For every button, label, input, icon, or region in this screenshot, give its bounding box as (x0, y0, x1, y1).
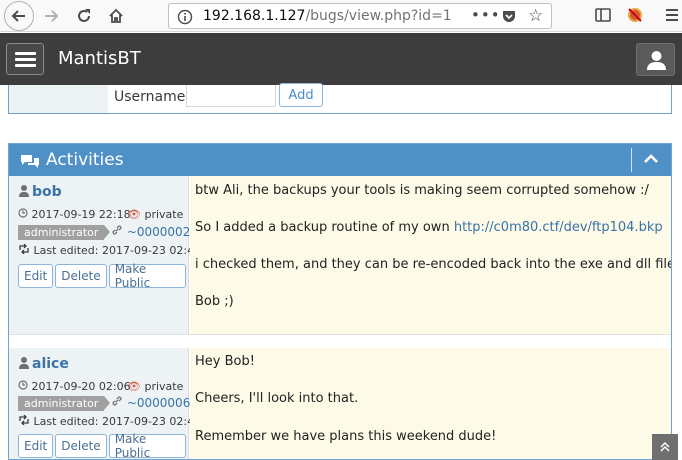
eye-icon: 👁 (127, 380, 141, 393)
home-button[interactable] (103, 3, 129, 29)
user-icon (647, 51, 666, 70)
note-separator (9, 334, 671, 348)
url-text: 192.168.1.127/bugs/view.php?id=1 (203, 8, 452, 24)
page-actions-icon[interactable]: ••• (471, 6, 501, 24)
comments-icon (20, 153, 40, 173)
note-text-line: Bob ;) (195, 294, 234, 309)
user-icon (19, 357, 29, 373)
clock-icon (18, 208, 32, 221)
note-view-state: 👁 private (127, 380, 183, 393)
note-last-edited: Last edited: 2017-09-23 02:47 (18, 243, 202, 257)
link-icon (111, 225, 127, 239)
delete-button[interactable]: Delete (55, 434, 107, 458)
pocket-icon[interactable] (501, 8, 517, 28)
arrow-left-icon (11, 10, 25, 22)
role-badge: administrator (18, 396, 111, 411)
note-last-edited: Last edited: 2017-09-23 02:47 (18, 414, 202, 428)
header-divider (631, 148, 632, 172)
note-id-text: ~0000002 (126, 225, 191, 239)
note-last-edited-text: Last edited: 2017-09-23 02:47 (33, 415, 202, 428)
username-label: Username (114, 89, 186, 105)
link-icon (111, 396, 127, 410)
note-row: alice 2017-09-20 02:06 👁 private adminis… (9, 348, 671, 459)
retweet-icon (18, 414, 34, 428)
note-author[interactable]: alice (19, 356, 69, 373)
forward-button[interactable] (38, 3, 64, 29)
note-date: 2017-09-19 22:18 (18, 208, 131, 221)
scroll-to-top-button[interactable] (652, 434, 678, 460)
activities-widget: Activities bob 2017-09-19 22:18 👁 privat… (8, 143, 672, 460)
note-body: Hey Bob! Cheers, I'll look into that. Re… (190, 348, 671, 459)
note-author-name: bob (32, 184, 62, 200)
double-chevron-up-icon (660, 441, 670, 452)
note-link[interactable]: ~0000006 (111, 395, 190, 410)
note-last-edited-text: Last edited: 2017-09-23 02:47 (33, 244, 202, 257)
monitor-label-column (9, 85, 108, 113)
backup-link[interactable]: http://c0m80.ctf/dev/ftp104.bkp (454, 220, 663, 235)
url-host: 192.168.1.127 (203, 8, 306, 24)
back-button[interactable] (4, 1, 34, 31)
note-meta: alice 2017-09-20 02:06 👁 private adminis… (9, 348, 201, 459)
user-menu-button[interactable] (636, 43, 675, 76)
note-date: 2017-09-20 02:06 (18, 380, 131, 393)
note-meta: bob 2017-09-19 22:18 👁 private administr… (9, 176, 201, 334)
note-text-line: Hey Bob! (195, 354, 255, 369)
url-bar[interactable]: 192.168.1.127/bugs/view.php?id=1 ••• ☆ (168, 3, 552, 29)
note-text-line: i checked them, and they can be re-encod… (195, 257, 671, 272)
user-icon (19, 185, 29, 201)
info-icon[interactable] (177, 9, 193, 29)
add-monitor-button[interactable]: Add (279, 83, 323, 107)
note-text-line: So I added a backup routine of my own ht… (195, 220, 663, 235)
bookmark-star-icon[interactable]: ☆ (528, 6, 543, 26)
monitor-add-row: Username Add (8, 83, 672, 114)
note-author[interactable]: bob (19, 184, 62, 201)
make-public-button[interactable]: Make Public (108, 432, 186, 459)
activities-title: Activities (46, 150, 124, 170)
arrow-right-icon (45, 10, 59, 22)
username-input[interactable] (186, 85, 276, 107)
hamburger-menu-icon[interactable] (664, 6, 680, 28)
mantis-navbar: MantisBT (0, 33, 682, 85)
note-text-line: btw Ali, the backups your tools is makin… (195, 183, 649, 198)
make-public-button[interactable]: Make Public (108, 262, 186, 290)
note-author-name: alice (32, 356, 69, 372)
retweet-icon (18, 243, 34, 257)
note-date-text: 2017-09-20 02:06 (31, 380, 131, 393)
reload-button[interactable] (71, 3, 97, 29)
note-text-line: Remember we have plans this weekend dude… (195, 429, 497, 444)
note-view-state-text: private (144, 380, 184, 393)
brand-title[interactable]: MantisBT (58, 48, 141, 69)
url-path: /bugs/view.php?id=1 (305, 8, 452, 24)
role-badge: administrator (18, 225, 111, 240)
library-icon[interactable] (594, 6, 612, 28)
note-body: btw Ali, the backups your tools is makin… (190, 176, 671, 334)
note-id-text: ~0000006 (126, 396, 191, 410)
note-actions: Edit Delete Make Public (18, 262, 188, 290)
sidebar-toggle-button[interactable] (6, 43, 44, 75)
eye-icon: 👁 (127, 208, 141, 221)
delete-button[interactable]: Delete (55, 264, 107, 288)
note-view-state: 👁 private (127, 208, 183, 221)
note-view-state-text: private (144, 208, 184, 221)
activities-header: Activities (9, 144, 671, 176)
home-icon (109, 8, 123, 23)
note-text-line: Cheers, I'll look into that. (195, 391, 359, 406)
note-text-prefix: So I added a backup routine of my own (195, 220, 454, 235)
edit-button[interactable]: Edit (18, 264, 54, 288)
reload-icon (78, 9, 90, 22)
clock-icon (18, 380, 32, 393)
note-row: bob 2017-09-19 22:18 👁 private administr… (9, 176, 671, 334)
blocked-content-icon[interactable] (626, 6, 644, 28)
note-actions: Edit Delete Make Public (18, 432, 188, 459)
chevron-up-icon[interactable] (643, 151, 659, 171)
browser-toolbar: 192.168.1.127/bugs/view.php?id=1 ••• ☆ (0, 0, 682, 32)
note-link[interactable]: ~0000002 (111, 224, 190, 239)
edit-button[interactable]: Edit (18, 434, 54, 458)
note-date-text: 2017-09-19 22:18 (31, 208, 131, 221)
